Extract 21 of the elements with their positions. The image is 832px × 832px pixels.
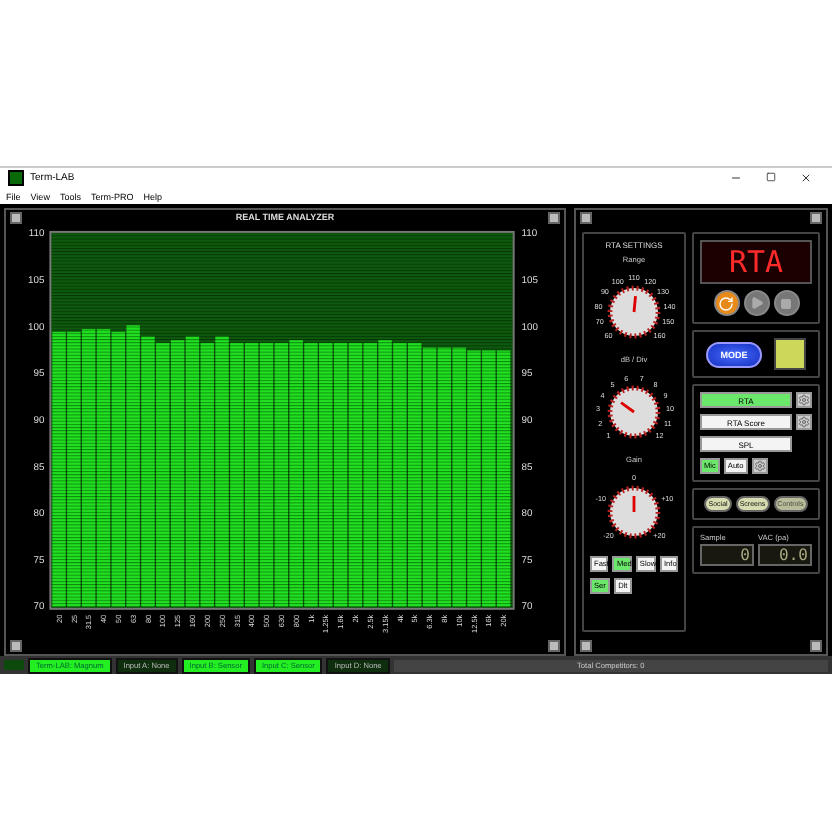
refresh-icon bbox=[718, 295, 734, 311]
stop-icon bbox=[780, 297, 792, 309]
pin-icon[interactable] bbox=[548, 211, 560, 224]
reset-button[interactable] bbox=[713, 290, 739, 316]
play-button[interactable] bbox=[743, 290, 769, 316]
status-indicator bbox=[4, 660, 24, 670]
gear-icon bbox=[798, 394, 810, 406]
mode-display: RTA bbox=[700, 240, 812, 284]
knob[interactable] bbox=[607, 385, 661, 439]
play-icon bbox=[749, 296, 763, 310]
settings-button[interactable] bbox=[751, 458, 768, 474]
readout-value: 0 bbox=[700, 544, 754, 566]
pin-icon[interactable] bbox=[10, 211, 22, 224]
maximize-icon[interactable] bbox=[766, 172, 776, 182]
minimize-icon[interactable] bbox=[730, 172, 742, 184]
close-icon[interactable] bbox=[800, 172, 812, 184]
app-icon bbox=[8, 170, 24, 186]
gear-icon bbox=[753, 460, 766, 472]
gear-icon bbox=[798, 416, 810, 428]
readout-value: 0.0 bbox=[758, 544, 812, 566]
stop-button[interactable] bbox=[773, 290, 799, 316]
